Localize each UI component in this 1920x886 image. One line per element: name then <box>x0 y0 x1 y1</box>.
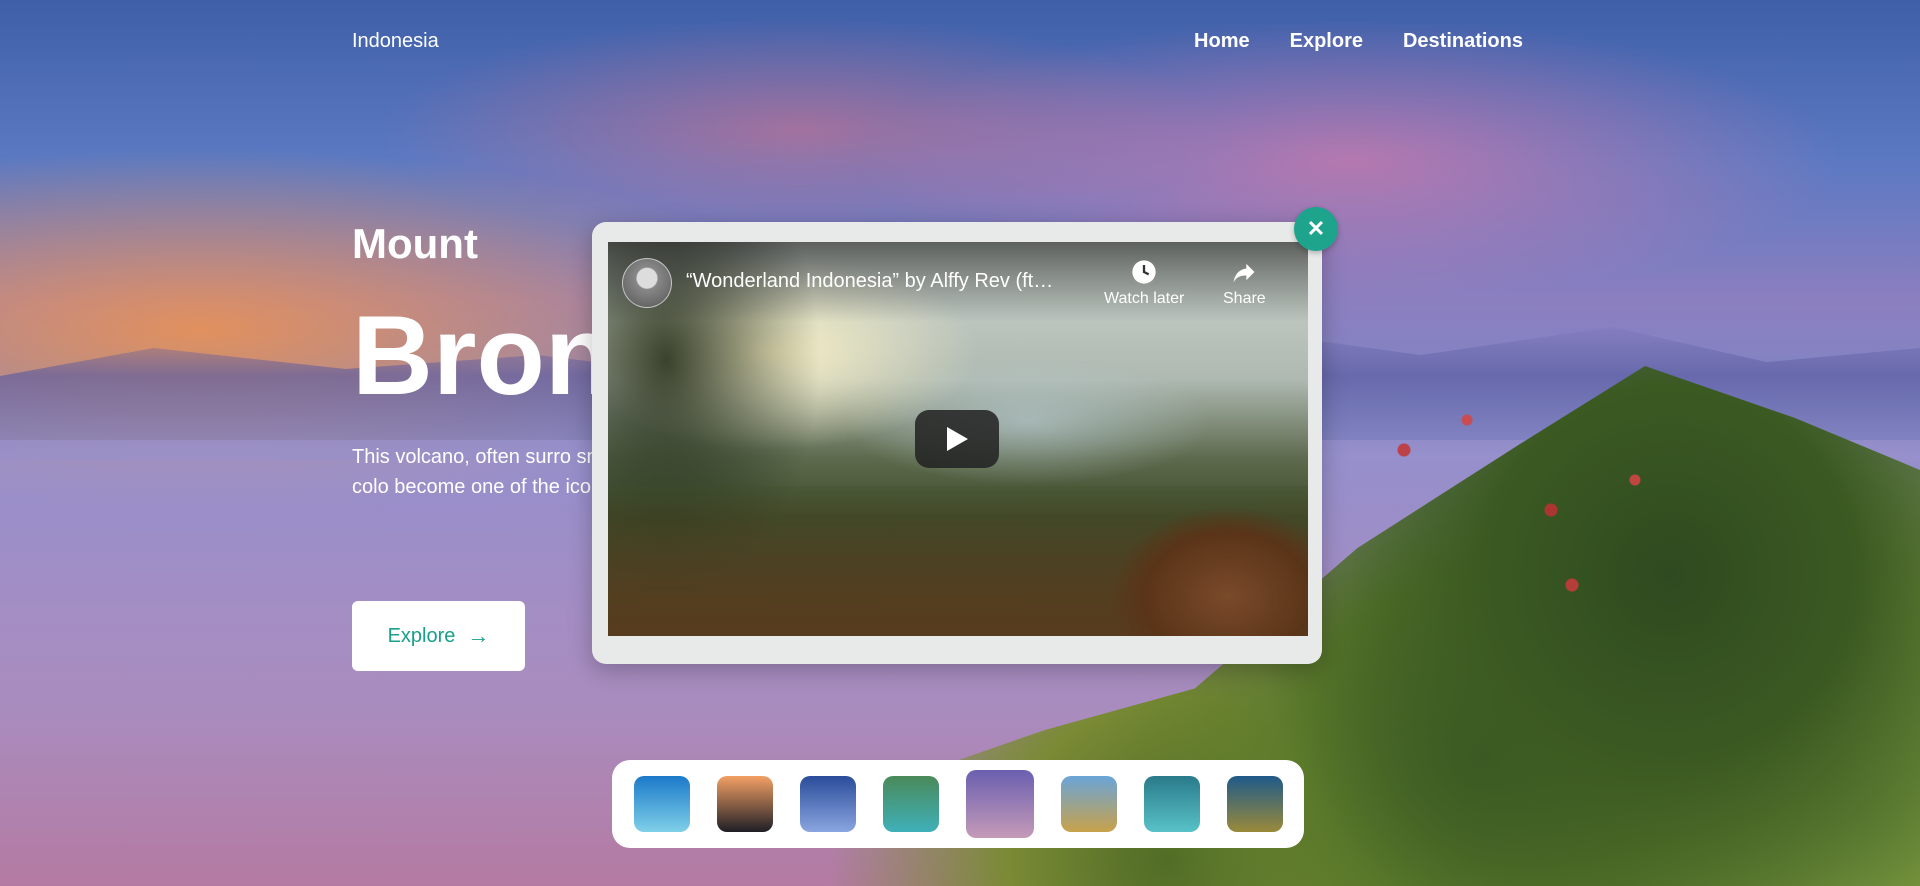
play-icon <box>947 427 968 451</box>
video-title[interactable]: “Wonderland Indonesia” by Alffy Rev (ft… <box>686 270 1086 293</box>
watch-later-label: Watch later <box>1104 290 1185 307</box>
nav-home[interactable]: Home <box>1194 30 1250 53</box>
destination-thumbnail-strip <box>612 760 1304 848</box>
destination-thumbnail[interactable] <box>1143 776 1200 832</box>
main-nav: Home Explore Destinations <box>1194 30 1523 53</box>
watch-later-button[interactable]: Watch later <box>1104 258 1184 308</box>
background-flowers <box>1320 360 1740 660</box>
share-button[interactable]: Share <box>1223 258 1266 308</box>
video-thumbnail-rocks <box>1108 506 1308 636</box>
clock-icon <box>1132 260 1156 284</box>
destination-thumbnail[interactable] <box>1060 776 1117 832</box>
hero-title: Bron <box>352 293 614 418</box>
share-label: Share <box>1223 290 1266 307</box>
arrow-right-icon: → <box>467 623 490 648</box>
channel-avatar[interactable] <box>622 258 672 308</box>
explore-button-label: Explore <box>387 624 456 647</box>
destination-thumbnail[interactable] <box>633 776 690 832</box>
destination-thumbnail[interactable] <box>965 770 1034 838</box>
hero-subtitle: Mount <box>352 220 478 267</box>
destination-thumbnail[interactable] <box>1226 776 1283 832</box>
close-modal-button[interactable]: ✕ <box>1294 207 1338 251</box>
explore-button[interactable]: Explore → <box>352 601 525 671</box>
brand-logo[interactable]: Indonesia <box>352 30 439 53</box>
play-button[interactable] <box>915 410 999 468</box>
destination-thumbnail[interactable] <box>799 776 856 832</box>
share-arrow-icon <box>1233 263 1255 283</box>
destination-thumbnail[interactable] <box>882 776 939 832</box>
close-icon: ✕ <box>1306 216 1326 241</box>
youtube-video-player[interactable]: “Wonderland Indonesia” by Alffy Rev (ft…… <box>608 242 1308 636</box>
nav-explore[interactable]: Explore <box>1290 30 1363 53</box>
video-modal: “Wonderland Indonesia” by Alffy Rev (ft…… <box>592 222 1322 664</box>
nav-destinations[interactable]: Destinations <box>1403 30 1523 53</box>
destination-thumbnail[interactable] <box>716 776 773 832</box>
